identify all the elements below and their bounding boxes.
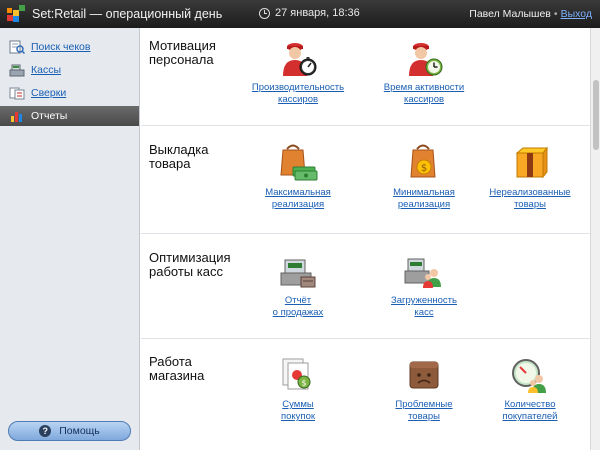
- section-product-display: Выкладка товара Максимальная реализация …: [141, 126, 590, 234]
- svg-text:$: $: [421, 163, 427, 174]
- sidebar-item-label: Поиск чеков: [31, 41, 91, 53]
- reconciliation-icon: [9, 87, 25, 100]
- section-register-optimization: Оптимизация работы касс Отчёт о продажах: [141, 234, 590, 339]
- logout-link[interactable]: Выход: [561, 8, 592, 20]
- report-label: Суммы покупок: [280, 399, 316, 422]
- reports-chart-icon: [11, 112, 22, 122]
- datetime-text: 27 января, 18:36: [275, 7, 360, 19]
- search-receipts-icon: [9, 40, 25, 54]
- sad-box-icon: [409, 361, 439, 389]
- svg-text:$: $: [301, 379, 306, 388]
- user-name: Павел Малышев: [469, 8, 551, 20]
- report-cashier-productivity[interactable]: Производительность кассиров: [243, 38, 353, 106]
- report-sales[interactable]: Отчёт о продажах: [243, 251, 353, 319]
- section-store-operation: Работа магазина $ Суммы покупок Проблемн…: [141, 339, 590, 450]
- sidebar-item-registers[interactable]: Кассы: [0, 60, 139, 80]
- help-button[interactable]: ? Помощь: [8, 421, 131, 441]
- app-title: Set:Retail — операционный день: [32, 7, 223, 21]
- sidebar-item-reconciliation[interactable]: Сверки: [0, 83, 139, 103]
- report-problem-goods[interactable]: Проблемные товары: [369, 355, 479, 423]
- report-label: Отчёт о продажах: [272, 295, 324, 318]
- help-question-icon: ?: [39, 425, 52, 437]
- report-label: Минимальная реализация: [393, 187, 455, 210]
- help-button-label: Помощь: [59, 425, 100, 437]
- report-label: Производительность кассиров: [251, 82, 345, 105]
- bag-money-icon: [280, 144, 318, 181]
- report-max-sales[interactable]: Максимальная реализация: [243, 143, 353, 211]
- receipts-stack-icon: $: [282, 358, 311, 390]
- report-cashier-activity-time[interactable]: Время активности кассиров: [369, 38, 479, 106]
- customers-gauge-icon: [512, 359, 546, 393]
- sidebar: Поиск чеков Кассы Сверки Отчеты ? Помощь: [0, 28, 140, 450]
- report-min-sales[interactable]: $ Минимальная реализация: [369, 143, 479, 211]
- report-label: Загруженность касс: [391, 295, 457, 318]
- main-scrollbar[interactable]: [590, 28, 600, 450]
- sidebar-item-label: Сверки: [31, 87, 67, 99]
- user-separator: •: [553, 8, 558, 20]
- gift-box-icon: [515, 146, 549, 179]
- user-area: Павел Малышев • Выход: [469, 8, 592, 20]
- bag-coin-icon: $: [410, 144, 436, 178]
- datetime-display: 27 января, 18:36: [259, 7, 360, 19]
- sidebar-item-label: Кассы: [31, 64, 62, 76]
- register-people-icon: [404, 258, 441, 288]
- report-register-load[interactable]: Загруженность касс: [369, 251, 479, 319]
- scrollbar-thumb[interactable]: [593, 80, 599, 150]
- sidebar-item-search-receipts[interactable]: Поиск чеков: [0, 37, 139, 57]
- report-customer-count[interactable]: Количество покупателей: [475, 355, 585, 423]
- sidebar-item-reports[interactable]: Отчеты: [0, 106, 139, 126]
- report-purchase-sums[interactable]: $ Суммы покупок: [243, 355, 353, 423]
- cashier-clock-icon: [409, 43, 443, 76]
- reports-panel: Мотивация персонала Производительность к…: [141, 28, 590, 450]
- report-unsold-goods[interactable]: Нереализованные товары: [475, 143, 585, 211]
- cashier-stopwatch-icon: [283, 43, 317, 76]
- sidebar-item-label: Отчеты: [31, 110, 68, 122]
- report-label: Количество покупателей: [502, 399, 558, 422]
- report-label: Время активности кассиров: [383, 82, 465, 105]
- report-label: Нереализованные товары: [489, 187, 571, 210]
- top-bar: Set:Retail — операционный день 27 января…: [0, 0, 600, 28]
- clock-icon: [259, 7, 270, 19]
- cash-register-icon: [9, 64, 25, 77]
- report-label: Проблемные товары: [395, 399, 453, 422]
- set-retail-logo-icon: [7, 5, 25, 22]
- report-label: Максимальная реализация: [265, 187, 331, 210]
- section-staff-motivation: Мотивация персонала Производительность к…: [141, 28, 590, 126]
- register-sales-icon: [280, 259, 316, 288]
